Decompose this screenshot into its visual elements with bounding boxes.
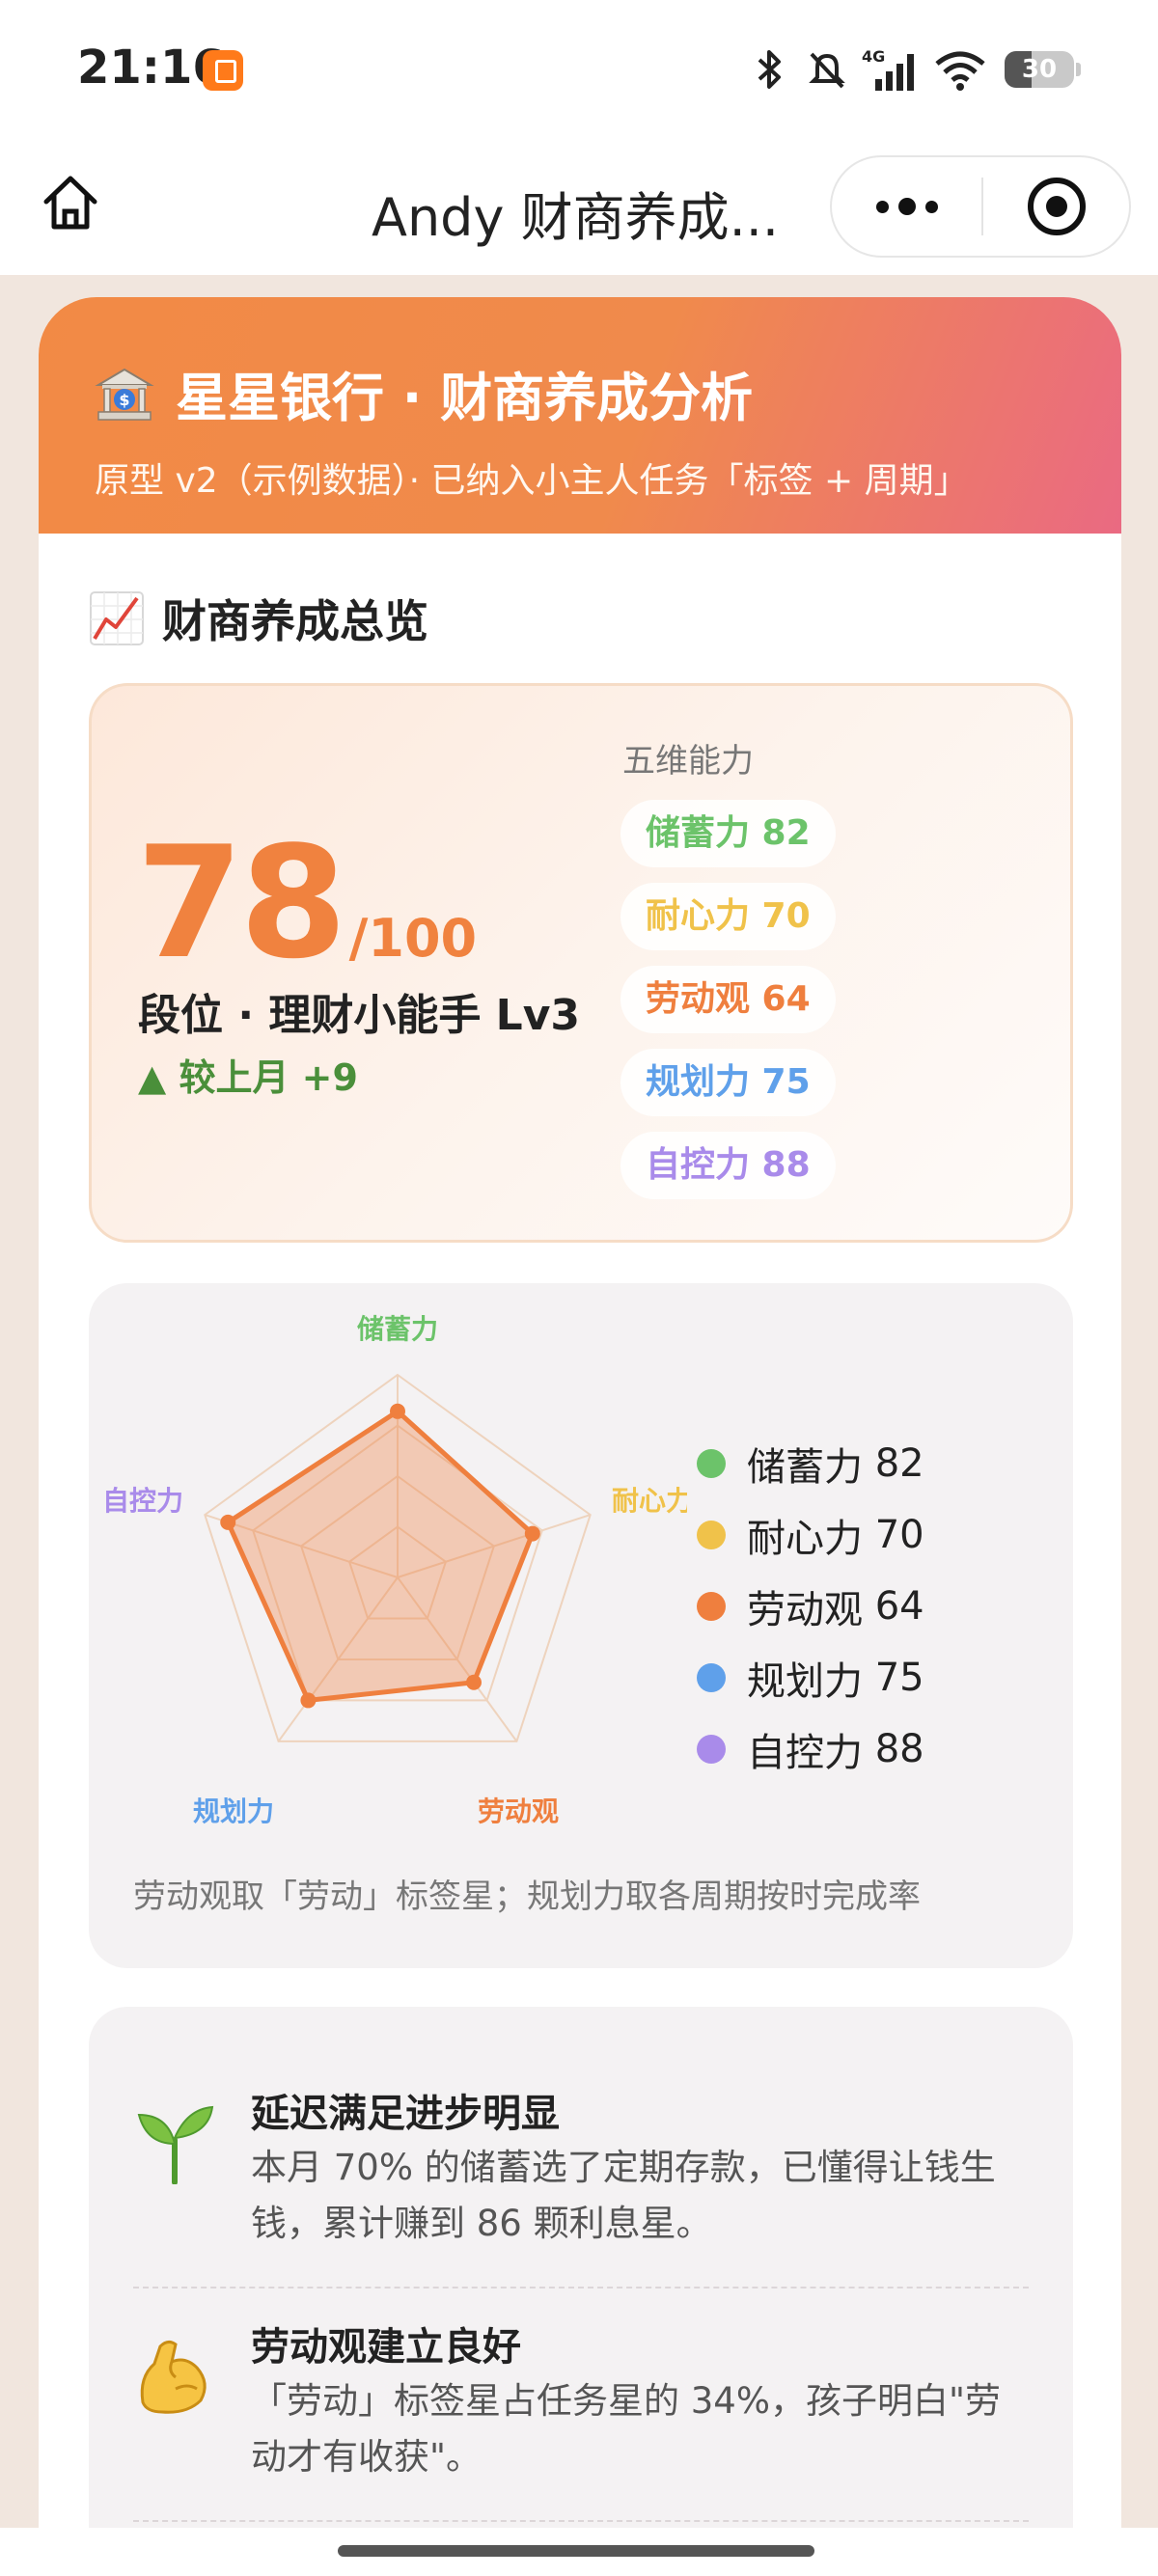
- svg-text:$: $: [119, 391, 129, 409]
- ability-chip: 劳动观 64: [620, 966, 836, 1033]
- home-icon[interactable]: [37, 169, 104, 236]
- legend-item: 耐心力 70: [697, 1499, 924, 1571]
- status-bar: 21:16 4G 30: [0, 0, 1158, 140]
- legend-value: 70: [874, 1513, 924, 1557]
- radar-axis-label: 规划力: [193, 1795, 274, 1827]
- hero-title: 星星银行 · 财商养成分析: [176, 368, 754, 428]
- legend-dot: [697, 1592, 726, 1621]
- score-value: 78: [136, 812, 347, 993]
- ability-chip: 自控力 88: [620, 1132, 836, 1199]
- wifi-icon: [933, 48, 987, 91]
- more-icon[interactable]: [832, 157, 981, 256]
- abilities-label: 五维能力: [622, 742, 754, 781]
- insight-text: 「劳动」标签星占任务星的 34%，孩子明白"劳动才有收获"。: [251, 2380, 1002, 2478]
- legend-item: 自控力 88: [697, 1713, 924, 1785]
- legend-item: 储蓄力 82: [697, 1428, 924, 1499]
- legend-name: 耐心力: [747, 1517, 863, 1561]
- total-score: 78 /100: [136, 826, 477, 980]
- overview-card: 78 /100 段位 · 理财小能手 Lv3 ▲ 较上月 +9 五维能力 储蓄力…: [89, 683, 1073, 1243]
- legend-value: 64: [874, 1584, 924, 1629]
- radar-card: 储蓄力 耐心力 劳动观 规划力 自控力 储蓄力 82 耐心力 70 劳动观 64 规划力…: [89, 1283, 1073, 1968]
- ability-chip: 规划力 75: [620, 1049, 836, 1116]
- legend-item: 规划力 75: [697, 1642, 924, 1713]
- bank-icon: $: [95, 364, 154, 424]
- radar-data-area: [225, 1409, 536, 1703]
- insight-text: 本月 70% 的储蓄选了定期存款，已懂得让钱生钱，累计赚到 86 颗利息星。: [251, 2147, 996, 2244]
- legend-dot: [697, 1735, 726, 1764]
- radar-axis-label: 劳动观: [478, 1795, 559, 1827]
- divider: [133, 2287, 1029, 2288]
- score-max: /100: [348, 908, 478, 969]
- radar-point-1: [390, 1403, 405, 1419]
- flexed-biceps-icon: [133, 2335, 216, 2418]
- legend-name: 规划力: [747, 1659, 863, 1704]
- insight-title: 延迟满足进步明显: [251, 2092, 560, 2136]
- legend-value: 75: [874, 1656, 924, 1700]
- radar-axis-label: 自控力: [102, 1485, 183, 1517]
- hero-subtitle: 原型 v2（示例数据）· 已纳入小主人任务「标签 + 周期」: [95, 461, 969, 501]
- radar-chart: 储蓄力耐心力劳动观 规划力 自控力: [102, 1313, 687, 1827]
- legend-dot: [697, 1449, 726, 1478]
- insight-title: 劳动观建立良好: [251, 2325, 521, 2370]
- monthly-trend: ▲ 较上月 +9: [138, 1056, 358, 1099]
- close-miniprogram-button[interactable]: [983, 157, 1129, 256]
- main-content: $ 星星银行 · 财商养成分析 原型 v2（示例数据）· 已纳入小主人任务「标签…: [39, 297, 1121, 2535]
- miniprogram-capsule: [830, 155, 1131, 258]
- nav-bar: Andy 财商养成...: [0, 140, 1158, 275]
- radar-axis-label: 耐心力: [612, 1485, 687, 1517]
- seedling-icon: [133, 2101, 216, 2185]
- legend-value: 82: [874, 1441, 924, 1486]
- battery-icon: 30: [1005, 51, 1081, 88]
- legend-name: 劳动观: [747, 1588, 863, 1632]
- radar-legend: 储蓄力 82 耐心力 70 劳动观 64 规划力 75 自控力 88: [697, 1428, 924, 1785]
- legend-name: 储蓄力: [747, 1445, 863, 1490]
- mute-icon: [806, 48, 845, 91]
- radar-point-3: [465, 1674, 482, 1690]
- bluetooth-icon: [750, 48, 788, 91]
- rank-label: 段位 · 理财小能手 Lv3: [138, 991, 581, 1040]
- ability-chip: 储蓄力 82: [620, 800, 836, 867]
- section-title-overview: 财商养成总览: [89, 587, 428, 650]
- insights-card: 延迟满足进步明显 本月 70% 的储蓄选了定期存款，已懂得让钱生钱，累计赚到 8…: [89, 2007, 1073, 2535]
- hero-banner: $ 星星银行 · 财商养成分析 原型 v2（示例数据）· 已纳入小主人任务「标签…: [39, 297, 1121, 534]
- radar-axis-label: 储蓄力: [357, 1313, 438, 1345]
- chart-increasing-icon: [89, 590, 145, 646]
- radar-point-4: [300, 1692, 317, 1709]
- ability-chip: 耐心力 70: [620, 883, 836, 950]
- battery-level: 30: [1021, 55, 1058, 84]
- home-indicator[interactable]: [338, 2545, 814, 2557]
- close-miniprogram-icon: [1027, 178, 1086, 235]
- radar-point-2: [524, 1525, 540, 1542]
- page-title: Andy 财商养成...: [372, 187, 780, 248]
- hero-title-row: $ 星星银行 · 财商养成分析: [95, 355, 1063, 431]
- legend-name: 自控力: [747, 1731, 863, 1775]
- legend-value: 88: [874, 1727, 924, 1771]
- legend-dot: [697, 1521, 726, 1549]
- legend-dot: [697, 1663, 726, 1692]
- legend-item: 劳动观 64: [697, 1571, 924, 1642]
- status-icons: 4G 30: [750, 41, 1081, 98]
- app-notification-icon: [203, 50, 243, 91]
- radar-point-5: [220, 1514, 236, 1530]
- divider: [133, 2520, 1029, 2522]
- cellular-signal-icon: 4G: [862, 48, 916, 91]
- section-title-text: 财商养成总览: [162, 595, 428, 647]
- radar-note: 劳动观取「劳动」标签星；规划力取各周期按时完成率: [133, 1877, 921, 1916]
- signal-label: 4G: [862, 48, 885, 66]
